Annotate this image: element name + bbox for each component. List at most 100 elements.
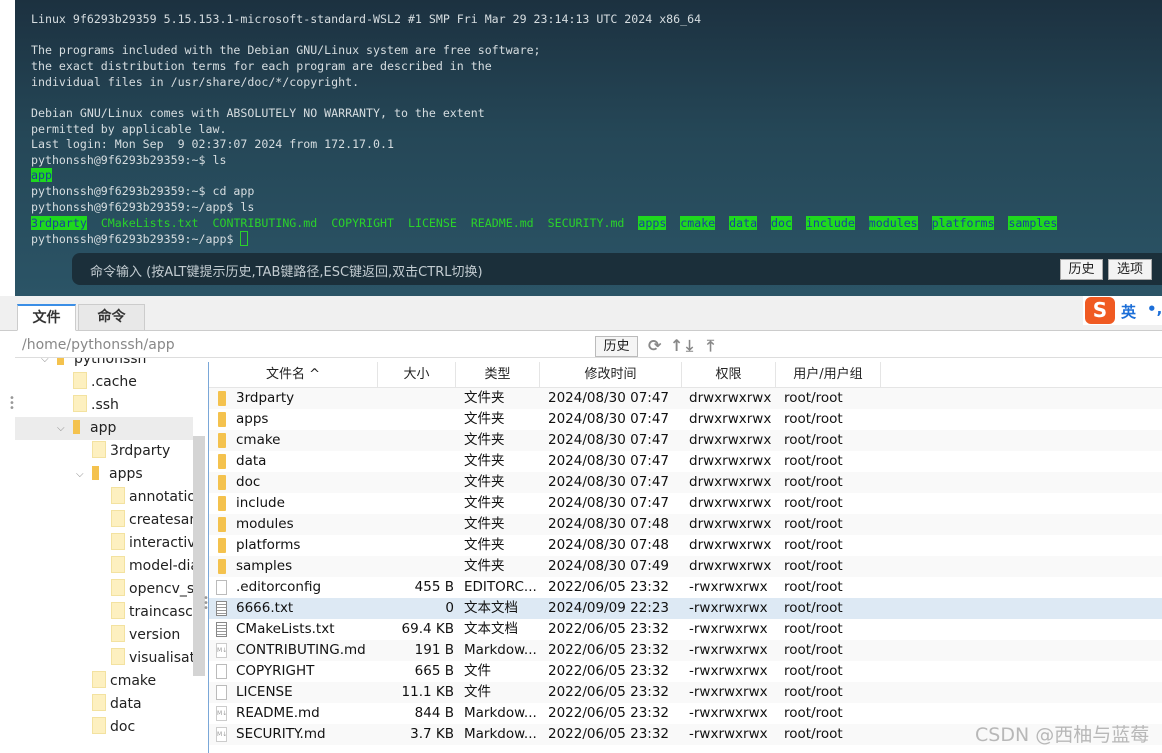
tree-item[interactable]: doc — [15, 716, 193, 739]
cell-name: data — [236, 453, 267, 469]
header-mtime[interactable]: 修改时间 — [540, 362, 682, 388]
table-row[interactable]: M↓ CONTRIBUTING.md 191 B Markdow... 2022/06/… — [209, 640, 1162, 661]
upload-icon[interactable]: ⤒ — [707, 336, 714, 356]
table-row[interactable]: doc 文件夹 2024/08/30 07:47 drwxrwxrwx root/roo… — [209, 472, 1162, 493]
folder-icon — [111, 602, 125, 619]
tab-files[interactable]: 文件 — [17, 304, 76, 331]
cell-mtime: 2024/08/30 07:47 — [548, 453, 670, 469]
tree-item[interactable]: 3rdparty — [15, 440, 193, 463]
cell-owner: root/root — [784, 621, 843, 637]
folder-icon — [111, 487, 125, 504]
cell-type: 文件夹 — [464, 495, 505, 511]
header-owner[interactable]: 用户/用户组 — [776, 362, 881, 388]
table-row[interactable]: samples 文件夹 2024/08/30 07:49 drwxrwxrwx root… — [209, 556, 1162, 577]
table-row[interactable]: apps 文件夹 2024/08/30 07:47 drwxrwxrwx root/ro… — [209, 409, 1162, 430]
prompt-text: pythonssh@9f6293b29359:~/app$ — [31, 232, 241, 246]
tab-commands[interactable]: 命令 — [78, 304, 145, 331]
tree-item[interactable]: ⌵ pythonssh — [15, 358, 193, 371]
table-row[interactable]: LICENSE 11.1 KB 文件 2022/06/05 23:32 -rwxrwxr… — [209, 682, 1162, 703]
chevron-down-icon[interactable]: ⌵ — [76, 463, 92, 486]
options-button[interactable]: 选项 — [1108, 259, 1152, 280]
ime-mode[interactable]: 英 — [1121, 301, 1136, 322]
cell-owner: root/root — [784, 558, 843, 574]
history-button[interactable]: 历史 — [1060, 259, 1103, 280]
cell-mtime: 2022/06/05 23:32 — [548, 684, 670, 700]
terminal[interactable]: Linux 9f6293b29359 5.15.153.1-microsoft-… — [15, 0, 1162, 296]
ls-entry: modules — [868, 216, 918, 230]
text-file-icon — [216, 622, 227, 637]
cell-owner: root/root — [784, 579, 843, 595]
tree-item[interactable]: ⌵ app — [15, 417, 193, 440]
table-row[interactable]: data 文件夹 2024/08/30 07:47 drwxrwxrwx root/ro… — [209, 451, 1162, 472]
table-row[interactable]: platforms 文件夹 2024/08/30 07:48 drwxrwxrwx ro… — [209, 535, 1162, 556]
tree-item[interactable]: model-dia — [15, 555, 199, 578]
folder-icon — [92, 717, 106, 734]
ls-entry: cmake — [680, 216, 716, 230]
tree-item[interactable]: createsam — [15, 509, 203, 532]
tree-item[interactable]: ⌵ apps — [15, 463, 193, 486]
tree-item[interactable]: version — [15, 624, 193, 647]
table-row[interactable]: modules 文件夹 2024/08/30 07:48 drwxrwxrwx root… — [209, 514, 1162, 535]
tree-item-label: data — [110, 696, 142, 712]
cell-type: 文件夹 — [464, 474, 505, 490]
ime-toolbar[interactable]: S 英 •, — [1083, 296, 1162, 325]
ls-entry: SECURITY.md — [547, 216, 625, 230]
table-header: 文件名 ^ 大小 类型 修改时间 权限 用户/用户组 — [209, 362, 1162, 388]
cell-size: 3.7 KB — [410, 726, 454, 742]
table-row[interactable]: 3rdparty 文件夹 2024/08/30 07:47 drwxrwxrwx roo… — [209, 388, 1162, 409]
cell-name: SECURITY.md — [236, 726, 326, 742]
cell-type: 文件夹 — [464, 411, 505, 427]
download-icon[interactable]: ⤓ — [686, 336, 693, 356]
table-row[interactable]: COPYRIGHT 665 B 文件 2022/06/05 23:32 -rwxrwxr… — [209, 661, 1162, 682]
cell-mtime: 2024/08/30 07:47 — [548, 411, 670, 427]
cell-type: 文件夹 — [464, 390, 505, 406]
tree-item[interactable]: opencv_st — [15, 578, 200, 601]
cell-name: 6666.txt — [236, 600, 294, 616]
cell-name: samples — [236, 558, 293, 574]
cell-name: include — [236, 495, 285, 511]
command-input[interactable]: 命令输入 (按ALT键提示历史,TAB键路径,ESC键返回,双击CTRL切换) — [90, 261, 483, 280]
folder-icon — [111, 556, 125, 573]
tree-item[interactable]: cmake — [15, 670, 193, 693]
header-type[interactable]: 类型 — [456, 362, 540, 388]
cell-owner: root/root — [784, 642, 843, 658]
table-row[interactable]: CMakeLists.txt 69.4 KB 文本文档 2022/06/05 23:3… — [209, 619, 1162, 640]
path-history-button[interactable]: 历史 — [595, 336, 638, 357]
header-permission[interactable]: 权限 — [682, 362, 776, 388]
tree-item-label: createsam — [129, 512, 203, 528]
terminal-line: pythonssh@9f6293b29359:~$ ls — [31, 153, 227, 167]
terminal-line: The programs included with the Debian GN… — [31, 43, 541, 57]
cell-type: Markdow... — [464, 726, 537, 742]
tree-item[interactable]: visualisatio — [15, 647, 205, 670]
header-size[interactable]: 大小 — [378, 362, 456, 388]
tree-item[interactable]: .cache — [15, 371, 193, 394]
table-row[interactable]: cmake 文件夹 2024/08/30 07:47 drwxrwxrwx root/r… — [209, 430, 1162, 451]
cell-owner: root/root — [784, 495, 843, 511]
tree-item[interactable]: annotatio — [15, 486, 196, 509]
tree-scrollbar[interactable] — [193, 436, 205, 676]
header-name[interactable]: 文件名 ^ — [209, 362, 378, 388]
chevron-down-icon[interactable]: ⌵ — [57, 417, 73, 440]
terminal-line: Linux 9f6293b29359 5.15.153.1-microsoft-… — [31, 12, 702, 26]
tree-item[interactable]: traincasca — [15, 601, 201, 624]
table-row[interactable]: include 文件夹 2024/08/30 07:47 drwxrwxrwx root… — [209, 493, 1162, 514]
tree-item[interactable]: data — [15, 693, 193, 716]
tree-item[interactable]: .ssh — [15, 394, 193, 417]
cell-mtime: 2022/06/05 23:32 — [548, 621, 670, 637]
directory-tree[interactable]: ⌵ pythonssh .cache .ssh ⌵ app 3rdparty ⌵ apps ann… — [15, 358, 205, 753]
refresh-icon[interactable]: ⟳ — [648, 336, 661, 355]
cell-name: .editorconfig — [236, 579, 322, 595]
table-row[interactable]: .editorconfig 455 B EDITORC... 2022/06/05 2… — [209, 577, 1162, 598]
folder-icon — [111, 533, 125, 550]
path-input[interactable]: /home/pythonssh/app — [22, 337, 175, 353]
command-input-bar[interactable]: 命令输入 (按ALT键提示历史,TAB键路径,ESC键返回,双击CTRL切换) … — [72, 253, 1162, 285]
ls-entry: README.md — [470, 216, 534, 230]
tree-item[interactable]: interactive — [15, 532, 204, 555]
cell-size: 69.4 KB — [401, 621, 454, 637]
ls-entry: samples — [1008, 216, 1058, 230]
cell-perm: -rwxrwxrwx — [689, 726, 768, 742]
table-row[interactable]: 6666.txt 0 文本文档 2024/09/09 22:23 -rwxrwxrwx r… — [209, 598, 1162, 619]
up-icon[interactable]: ↑ — [670, 336, 683, 355]
ime-punct[interactable]: •, — [1147, 300, 1162, 318]
chevron-down-icon[interactable]: ⌵ — [41, 358, 57, 371]
